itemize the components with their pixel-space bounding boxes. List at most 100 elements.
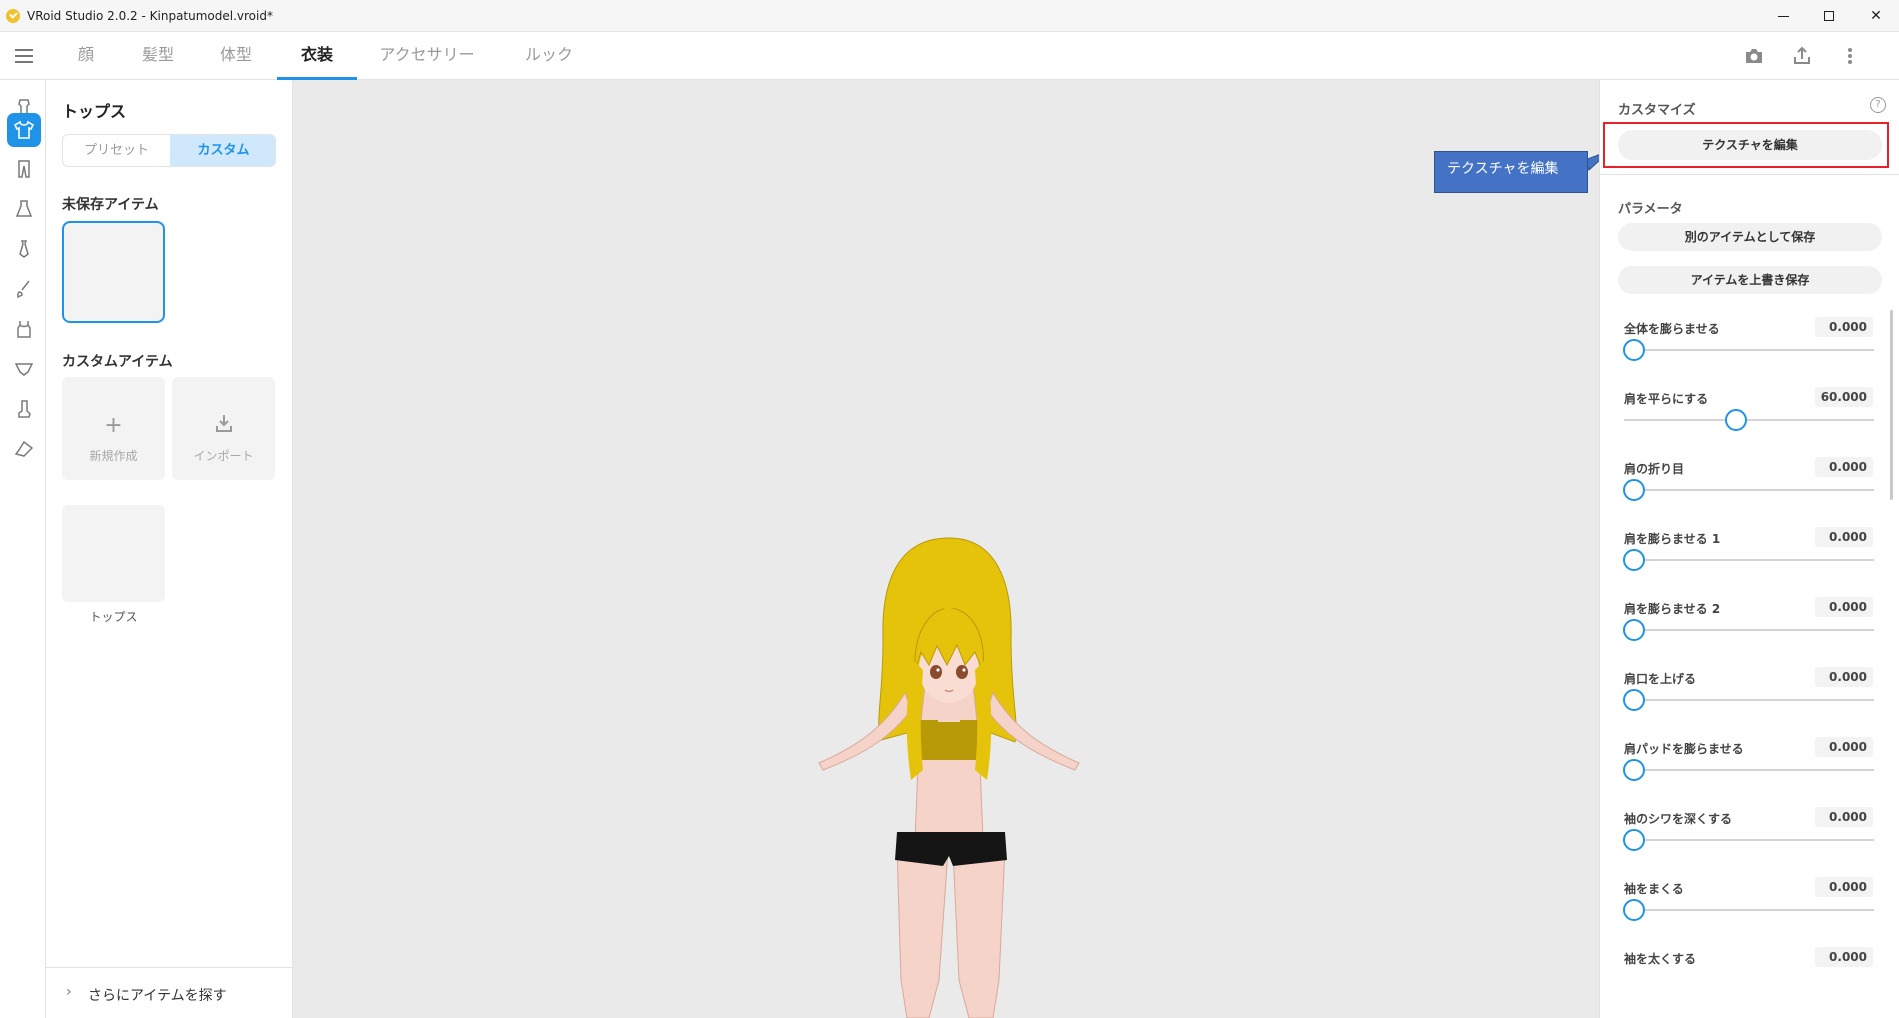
overwrite-save-button[interactable]: アイテムを上書き保存 — [1618, 266, 1882, 294]
help-icon[interactable]: ? — [1870, 97, 1886, 113]
slider-label: 肩を膨らませる 2 — [1624, 602, 1721, 616]
vroid-logo-icon — [6, 9, 20, 23]
close-button[interactable]: ✕ — [1853, 0, 1899, 32]
slider-label: 肩を膨らませる 1 — [1624, 532, 1721, 546]
window-title: VRoid Studio 2.0.2 - Kinpatumodel.vroid* — [27, 9, 273, 23]
top-navigation: 顔 髪型 体型 衣装 アクセサリー ルック — [0, 32, 1899, 80]
tab-face[interactable]: 顔 — [66, 32, 106, 80]
hamburger-menu-icon[interactable] — [15, 49, 33, 63]
find-more-items-label: さらにアイテムを探す — [88, 988, 227, 1004]
preset-tab[interactable]: プリセット — [63, 135, 170, 166]
save-as-new-item-button[interactable]: 別のアイテムとして保存 — [1618, 223, 1882, 251]
parameter-slider-row: 肩口を上げる 0.000 — [1600, 660, 1899, 730]
slider-track[interactable] — [1624, 629, 1874, 631]
camera-icon[interactable] — [1742, 44, 1766, 68]
divider — [1600, 174, 1899, 175]
tops-item-thumbnail[interactable] — [62, 505, 165, 602]
parameter-slider-row: 肩の折り目 0.000 — [1600, 450, 1899, 520]
category-rail — [0, 80, 46, 1018]
minimize-button[interactable] — [1760, 0, 1806, 32]
new-item-button[interactable]: + 新規作成 — [62, 377, 165, 480]
parameter-slider-row: 肩を膨らませる 1 0.000 — [1600, 520, 1899, 590]
slider-track[interactable] — [1624, 419, 1874, 421]
shoe-icon[interactable] — [7, 432, 41, 466]
slider-value-field[interactable]: 60.000 — [1815, 387, 1873, 407]
import-label: インポート — [193, 449, 254, 463]
slider-value-field[interactable]: 0.000 — [1815, 947, 1873, 967]
slider-label: 袖をまくる — [1624, 882, 1684, 896]
underwear-icon[interactable] — [7, 352, 41, 386]
maximize-icon — [1824, 11, 1834, 21]
slider-thumb[interactable] — [1623, 829, 1645, 851]
slider-value-field[interactable]: 0.000 — [1815, 527, 1873, 547]
new-item-label: 新規作成 — [89, 449, 138, 463]
parameter-slider-row: 袖のシワを深くする 0.000 — [1600, 800, 1899, 870]
slider-label: 肩を平らにする — [1624, 392, 1709, 406]
unsaved-items-heading: 未保存アイテム — [62, 197, 159, 213]
tank-top-icon[interactable] — [7, 312, 41, 346]
brush-icon[interactable] — [7, 272, 41, 306]
preset-custom-toggle: プリセット カスタム — [62, 134, 276, 167]
slider-label: 全体を膨らませる — [1624, 322, 1720, 336]
slider-value-field[interactable]: 0.000 — [1815, 597, 1873, 617]
slider-thumb[interactable] — [1623, 619, 1645, 641]
slider-thumb[interactable] — [1623, 689, 1645, 711]
annotation-highlight-box — [1603, 122, 1889, 168]
tab-accessory[interactable]: アクセサリー — [372, 32, 482, 80]
tie-icon[interactable] — [7, 232, 41, 266]
slider-track[interactable] — [1624, 769, 1874, 771]
slider-track[interactable] — [1624, 349, 1874, 351]
parameters-heading: パラメータ — [1618, 202, 1683, 217]
tab-hairstyle[interactable]: 髪型 — [130, 32, 186, 80]
pants-icon[interactable] — [7, 152, 41, 186]
slider-value-field[interactable]: 0.000 — [1815, 877, 1873, 897]
panel-title: トップス — [62, 102, 127, 121]
slider-thumb[interactable] — [1725, 409, 1747, 431]
dress-icon[interactable] — [7, 192, 41, 226]
export-icon[interactable] — [1790, 44, 1814, 68]
slider-label: 肩口を上げる — [1624, 672, 1697, 686]
slider-label: 肩パッドを膨らませる — [1624, 742, 1744, 756]
slider-value-field[interactable]: 0.000 — [1815, 457, 1873, 477]
slider-thumb[interactable] — [1623, 479, 1645, 501]
slider-track[interactable] — [1624, 839, 1874, 841]
custom-tab[interactable]: カスタム — [170, 135, 275, 166]
find-more-items-button[interactable]: › さらにアイテムを探す — [46, 967, 293, 1018]
parameter-slider-row: 全体を膨らませる 0.000 — [1600, 310, 1899, 380]
slider-value-field[interactable]: 0.000 — [1815, 317, 1873, 337]
slider-value-field[interactable]: 0.000 — [1815, 737, 1873, 757]
slider-value-field[interactable]: 0.000 — [1815, 807, 1873, 827]
sock-icon[interactable] — [7, 392, 41, 426]
tab-look[interactable]: ルック — [514, 32, 584, 80]
tab-outfit[interactable]: 衣装 — [277, 32, 357, 80]
slider-track[interactable] — [1624, 489, 1874, 491]
tops-item-label: トップス — [89, 610, 138, 624]
avatar-character — [818, 537, 1080, 1018]
slider-track[interactable] — [1624, 699, 1874, 701]
parameter-slider-row: 袖をまくる 0.000 — [1600, 870, 1899, 940]
slider-thumb[interactable] — [1623, 759, 1645, 781]
customize-panel: カスタマイズ ? テクスチャを編集 パラメータ 別のアイテムとして保存 アイテム… — [1599, 80, 1899, 1018]
tab-body[interactable]: 体型 — [208, 32, 264, 80]
shirt-icon[interactable] — [7, 113, 41, 147]
scrollbar[interactable] — [1890, 310, 1893, 500]
more-vertical-icon[interactable] — [1838, 44, 1862, 68]
3d-viewport[interactable] — [293, 80, 1599, 1018]
slider-track[interactable] — [1624, 909, 1874, 911]
custom-items-heading: カスタムアイテム — [62, 354, 173, 370]
parameter-slider-row: 袖を太くする 0.000 — [1600, 940, 1899, 968]
minimize-icon — [1777, 15, 1789, 17]
slider-track[interactable] — [1624, 559, 1874, 561]
slider-thumb[interactable] — [1623, 549, 1645, 571]
slider-label: 袖を太くする — [1624, 952, 1697, 966]
import-button[interactable]: インポート — [172, 377, 275, 480]
parameter-slider-row: 肩を膨らませる 2 0.000 — [1600, 590, 1899, 660]
slider-label: 袖のシワを深くする — [1624, 812, 1733, 826]
slider-thumb[interactable] — [1623, 339, 1645, 361]
parameter-slider-row: 肩を平らにする 60.000 — [1600, 380, 1899, 450]
slider-value-field[interactable]: 0.000 — [1815, 667, 1873, 687]
maximize-button[interactable] — [1806, 0, 1852, 32]
slider-thumb[interactable] — [1623, 899, 1645, 921]
unsaved-item-card[interactable] — [62, 221, 165, 323]
item-panel: トップス プリセット カスタム 未保存アイテム カスタムアイテム + 新規作成 … — [46, 80, 293, 1018]
